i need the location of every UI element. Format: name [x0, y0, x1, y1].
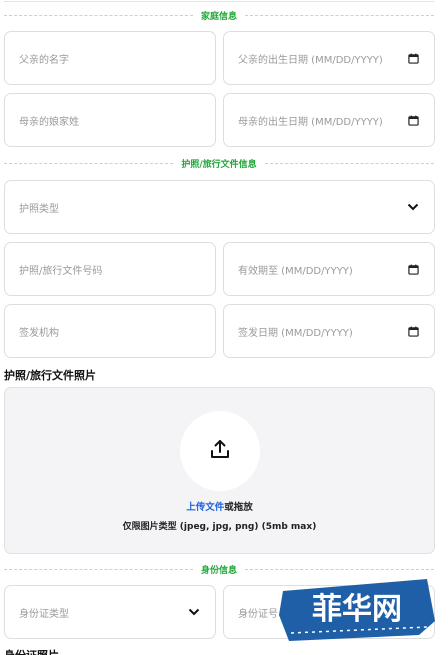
father-name-field[interactable]: 父亲的名字 [4, 31, 216, 85]
father-dob-placeholder: 父亲的出生日期 (MM/DD/YYYY) [238, 54, 383, 66]
passport-section-title: 护照/旅行文件信息 [181, 159, 257, 170]
issue-date-field[interactable]: 签发日期 (MM/DD/YYYY) [223, 304, 435, 358]
watermark-text: 菲华网 [312, 592, 402, 627]
chevron-down-icon[interactable] [187, 605, 201, 619]
id-type-placeholder: 身份证类型 [19, 608, 69, 620]
family-section-divider: 家庭信息 [4, 9, 435, 22]
upload-file-link[interactable]: 上传文件 [186, 502, 224, 513]
id-photo-title: 身份证照片 [4, 647, 59, 655]
calendar-icon[interactable] [406, 51, 420, 65]
passport-photo-dropzone[interactable]: 上传文件或拖放 仅限图片类型 (jpeg, jpg, png) (5mb max… [4, 387, 435, 554]
passport-expiry-placeholder: 有效期至 (MM/DD/YYYY) [238, 265, 353, 277]
mother-dob-placeholder: 母亲的出生日期 (MM/DD/YYYY) [238, 116, 383, 128]
chevron-down-icon[interactable] [406, 200, 420, 214]
issue-date-placeholder: 签发日期 (MM/DD/YYYY) [238, 327, 353, 339]
passport-section-divider: 护照/旅行文件信息 [4, 157, 435, 170]
drag-drop-text: 或拖放 [224, 502, 253, 513]
passport-number-placeholder: 护照/旅行文件号码 [19, 265, 103, 277]
watermark-logo: 菲华网 [277, 575, 439, 643]
identity-section-divider: 身份信息 [4, 563, 435, 576]
issuing-authority-field[interactable]: 签发机构 [4, 304, 216, 358]
issuing-authority-placeholder: 签发机构 [19, 327, 59, 339]
calendar-icon[interactable] [406, 262, 420, 276]
passport-number-field[interactable]: 护照/旅行文件号码 [4, 242, 216, 296]
identity-section-title: 身份信息 [201, 565, 238, 576]
calendar-icon[interactable] [406, 324, 420, 338]
mother-maiden-name-placeholder: 母亲的娘家姓 [19, 116, 79, 128]
upload-icon [209, 438, 231, 464]
father-dob-field[interactable]: 父亲的出生日期 (MM/DD/YYYY) [223, 31, 435, 85]
passport-type-select[interactable]: 护照类型 [4, 180, 435, 234]
upload-instructions: 上传文件或拖放 [5, 499, 434, 513]
passport-photo-title: 护照/旅行文件照片 [4, 369, 97, 382]
father-name-placeholder: 父亲的名字 [19, 54, 69, 66]
upload-hint: 仅限图片类型 (jpeg, jpg, png) (5mb max) [122, 522, 317, 532]
calendar-icon[interactable] [406, 113, 420, 127]
passport-expiry-field[interactable]: 有效期至 (MM/DD/YYYY) [223, 242, 435, 296]
passport-type-placeholder: 护照类型 [19, 203, 59, 215]
upload-button[interactable] [180, 411, 260, 491]
previous-section-edge [4, 0, 434, 2]
mother-dob-field[interactable]: 母亲的出生日期 (MM/DD/YYYY) [223, 93, 435, 147]
family-section-title: 家庭信息 [201, 11, 238, 22]
id-type-select[interactable]: 身份证类型 [4, 585, 216, 639]
mother-maiden-name-field[interactable]: 母亲的娘家姓 [4, 93, 216, 147]
